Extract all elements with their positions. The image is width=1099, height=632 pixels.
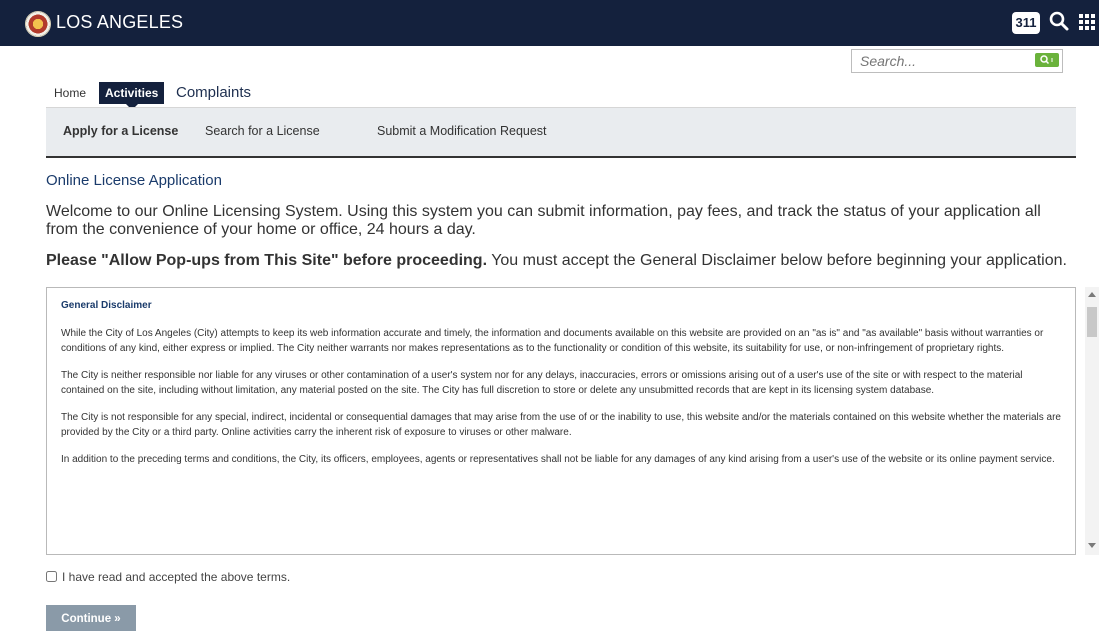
accept-terms-checkbox[interactable] [46, 571, 57, 582]
top-header: LOS ANGELES 311 [0, 0, 1099, 46]
brand-title[interactable]: LOS ANGELES [56, 12, 183, 33]
311-badge[interactable]: 311 [1012, 12, 1040, 34]
subnav-apply-license[interactable]: Apply for a License [63, 124, 178, 138]
scroll-down-arrow-icon[interactable] [1088, 543, 1096, 548]
disclaimer-paragraph: The City is not responsible for any spec… [61, 411, 1061, 439]
disclaimer-paragraph: While the City of Los Angeles (City) att… [61, 327, 1044, 355]
welcome-text: Welcome to our Online Licensing System. … [46, 203, 1041, 238]
disclaimer-paragraph: The City is neither responsible nor liab… [61, 369, 1023, 397]
popups-rest: You must accept the General Disclaimer b… [487, 252, 1067, 269]
disclaimer-paragraph: In addition to the preceding terms and c… [61, 453, 1055, 465]
tab-home[interactable]: Home [54, 82, 86, 104]
tab-complaints[interactable]: Complaints [176, 82, 251, 104]
search-icon[interactable] [1048, 10, 1070, 32]
apps-grid-icon[interactable] [1078, 13, 1096, 31]
subnav-modification-request[interactable]: Submit a Modification Request [377, 124, 547, 138]
scroll-up-arrow-icon[interactable] [1088, 292, 1096, 297]
search-button[interactable] [1035, 53, 1059, 67]
site-search [851, 49, 1063, 73]
scroll-thumb[interactable] [1087, 307, 1097, 337]
disclaimer-box[interactable]: General Disclaimer While the City of Los… [46, 287, 1076, 555]
page-title: Online License Application [46, 172, 222, 189]
disclaimer-scrollbar[interactable] [1085, 287, 1099, 555]
accept-terms-label: I have read and accepted the above terms… [62, 570, 291, 584]
continue-button[interactable]: Continue » [46, 605, 136, 631]
disclaimer-title: General Disclaimer [61, 300, 152, 311]
tab-activities[interactable]: Activities [99, 82, 165, 110]
accept-terms[interactable]: I have read and accepted the above terms… [46, 570, 290, 584]
magnifier-icon [1040, 55, 1053, 65]
popups-notice: Please "Allow Pop-ups from This Site" be… [46, 252, 1076, 270]
popups-bold: Please "Allow Pop-ups from This Site" be… [46, 252, 488, 269]
search-input[interactable] [858, 51, 1032, 71]
subnav-search-license[interactable]: Search for a License [205, 124, 320, 138]
city-seal-logo[interactable] [25, 11, 51, 37]
activities-subnav: Apply for a License Search for a License… [46, 107, 1076, 158]
